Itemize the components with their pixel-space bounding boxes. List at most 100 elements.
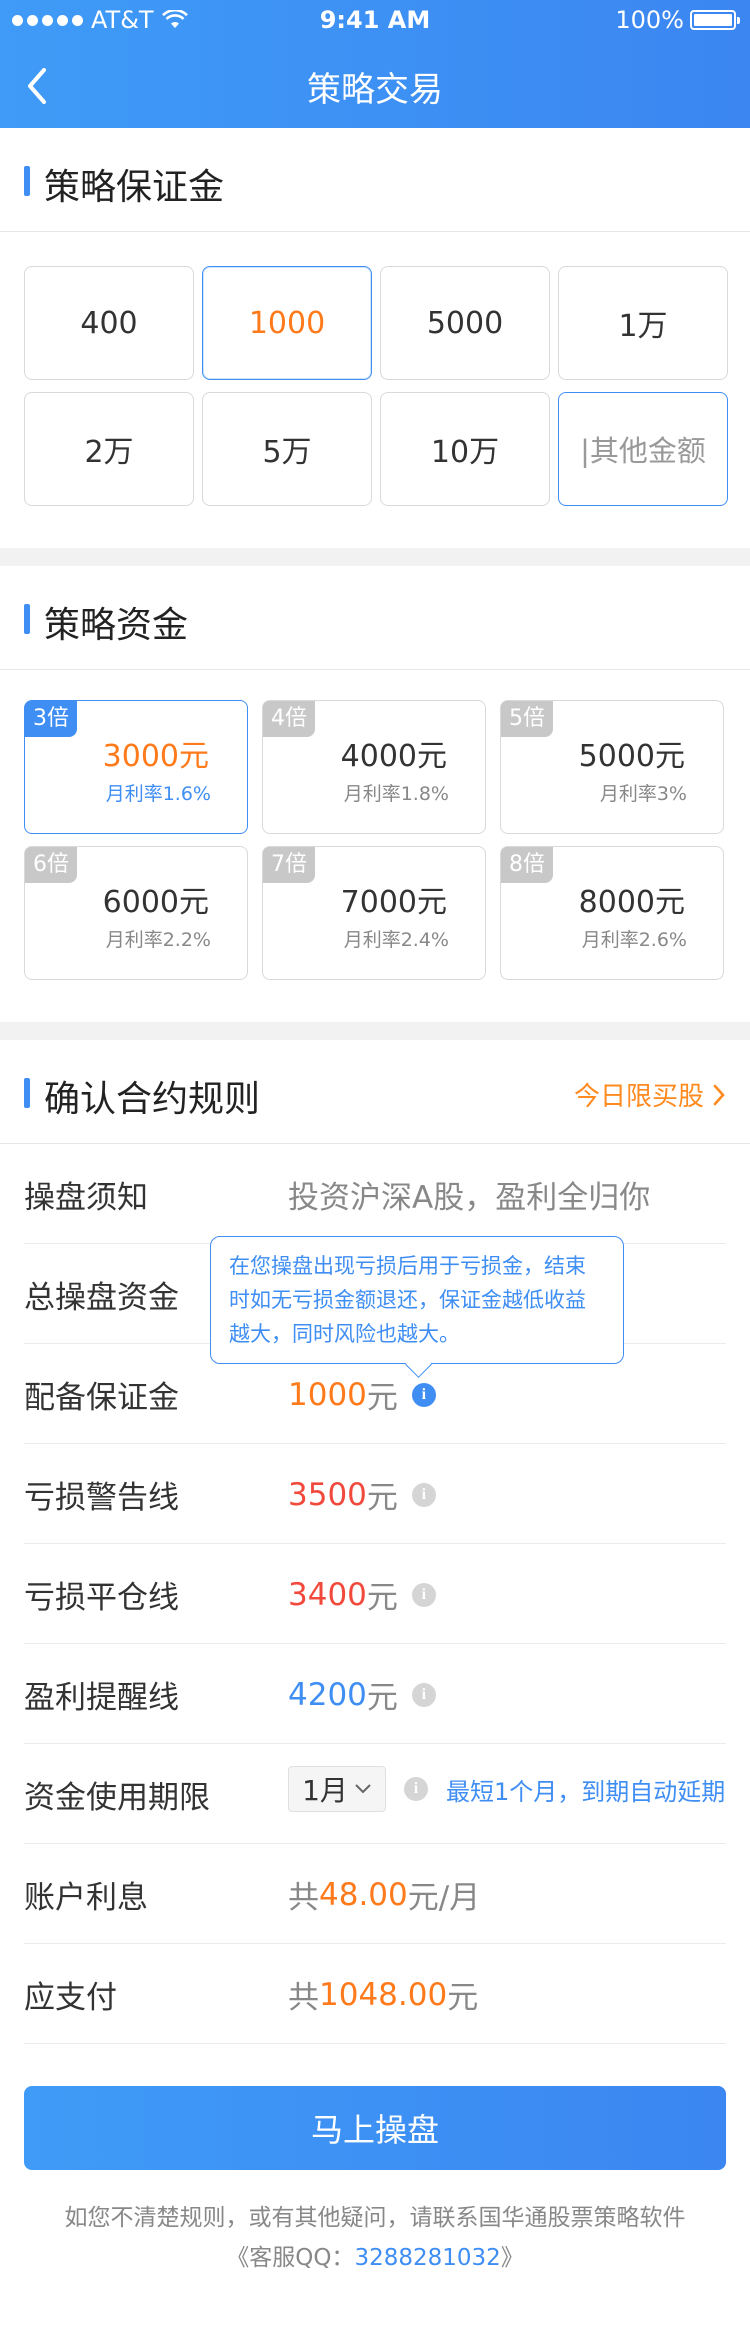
currency-unit: 元 [366, 1580, 398, 1616]
rule-label: 总操盘资金 [24, 1280, 179, 1316]
capital-option-8x[interactable]: 8倍 8000元 月利率2.6% [500, 846, 724, 980]
capital-option-7x[interactable]: 7倍 7000元 月利率2.4% [262, 846, 486, 980]
footer-contact: 《客服QQ：3288281032》 [0, 2238, 750, 2278]
period-note: 最短1个月，到期自动延期 [446, 1777, 726, 1806]
multiplier-tag: 6倍 [25, 847, 77, 883]
rule-value: 3500 元 i [288, 1472, 436, 1517]
margin-option-100k[interactable]: 10万 [380, 392, 550, 506]
rule-row-notice: 操盘须知 投资沪深A股，盈利全归你 [24, 1144, 726, 1244]
margin-option-50k[interactable]: 5万 [202, 392, 372, 506]
chevron-right-icon [713, 1084, 725, 1105]
chevron-down-icon [355, 1784, 371, 1794]
pay-prefix: 共 [288, 1980, 319, 2016]
rule-value: 投资沪深A股，盈利全归你 [288, 1180, 651, 1216]
app-header: AT&T 9:41 AM 100% 策略交易 [0, 0, 750, 128]
currency-unit: 元 [366, 1380, 398, 1416]
battery-icon [690, 10, 740, 30]
rule-label: 亏损平仓线 [24, 1580, 179, 1616]
rule-row-period: 资金使用期限 1月 i 最短1个月，到期自动延期 [24, 1744, 726, 1844]
capital-section-header: 策略资金 [0, 566, 750, 670]
info-icon[interactable]: i [411, 1382, 436, 1407]
info-icon[interactable]: i [411, 1582, 436, 1607]
margin-option-1000[interactable]: 1000 [202, 266, 372, 380]
rule-value: 4200 元 i [288, 1672, 436, 1717]
rule-label: 配备保证金 [24, 1380, 179, 1416]
rule-label: 应支付 [24, 1980, 117, 2016]
rule-value: 1月 i 最短1个月，到期自动延期 [288, 1766, 725, 1812]
rule-row-liquidation-line: 亏损平仓线 3400 元 i [24, 1544, 726, 1644]
monthly-rate: 月利率2.4% [343, 929, 449, 951]
capital-amount: 5000元 [578, 739, 685, 774]
rule-label: 操盘须知 [24, 1180, 148, 1216]
footer-text: 如您不清楚规则，或有其他疑问，请联系国华通股票策略软件 [64, 2205, 686, 2231]
rule-row-profit-line: 盈利提醒线 4200 元 i [24, 1644, 726, 1744]
section-accent-bar [24, 604, 30, 634]
margin-option-5000[interactable]: 5000 [380, 266, 550, 380]
capital-amount: 8000元 [578, 885, 685, 920]
info-icon[interactable]: i [404, 1777, 428, 1801]
multiplier-tag: 5倍 [501, 701, 553, 737]
margin-option-400[interactable]: 400 [24, 266, 194, 380]
monthly-rate: 月利率2.2% [105, 929, 211, 951]
margin-section: 策略保证金 400 1000 5000 1万 2万 5万 10万 |其他金额 [0, 128, 750, 548]
capital-amount: 7000元 [340, 885, 447, 920]
liquidation-amount: 3400 [288, 1576, 367, 1613]
interest-prefix: 共 [288, 1880, 319, 1916]
capital-option-3x[interactable]: 3倍 3000元 月利率1.6% [24, 700, 248, 834]
footer-help: 如您不清楚规则，或有其他疑问，请联系国华通股票策略软件 《客服QQ：328828… [0, 2198, 750, 2278]
status-bar: AT&T 9:41 AM 100% [0, 0, 750, 40]
capital-option-5x[interactable]: 5倍 5000元 月利率3% [500, 700, 724, 834]
warning-amount: 3500 [288, 1476, 367, 1513]
interest-unit: 元/月 [407, 1880, 481, 1916]
margin-section-header: 策略保证金 [0, 128, 750, 232]
monthly-rate: 月利率1.6% [105, 783, 211, 805]
qq-suffix: 》 [500, 2245, 524, 2271]
period-select[interactable]: 1月 [288, 1766, 386, 1812]
capital-section: 策略资金 3倍 3000元 月利率1.6% 4倍 4000元 月利率1.8% 5… [0, 566, 750, 1022]
capital-option-6x[interactable]: 6倍 6000元 月利率2.2% [24, 846, 248, 980]
margin-tooltip: 在您操盘出现亏损后用于亏损金，结束时如无亏损金额退还，保证金越低收益越大，同时风… [210, 1236, 624, 1364]
rule-row-payment: 应支付 共 1048.00 元 [24, 1944, 726, 2044]
margin-option-10k[interactable]: 1万 [558, 266, 728, 380]
page-title: 策略交易 [307, 70, 443, 110]
rule-row-warning-line: 亏损警告线 3500 元 i [24, 1444, 726, 1544]
profit-amount: 4200 [288, 1676, 367, 1713]
monthly-rate: 月利率2.6% [581, 929, 687, 951]
multiplier-tag: 8倍 [501, 847, 553, 883]
qq-prefix: 《客服QQ： [226, 2245, 355, 2271]
interest-amount: 48.00 [319, 1876, 408, 1913]
section-accent-bar [24, 166, 30, 196]
section-accent-bar [24, 1078, 30, 1108]
rule-label: 资金使用期限 [24, 1780, 210, 1816]
pay-amount: 1048.00 [319, 1976, 448, 2013]
currency-unit: 元 [366, 1480, 398, 1516]
multiplier-tag: 3倍 [25, 701, 77, 737]
capital-option-4x[interactable]: 4倍 4000元 月利率1.8% [262, 700, 486, 834]
period-value: 1月 [302, 1774, 348, 1807]
monthly-rate: 月利率1.8% [343, 783, 449, 805]
info-icon[interactable]: i [411, 1682, 436, 1707]
promo-link[interactable]: 今日限买股 [574, 1076, 726, 1113]
qq-number-link[interactable]: 3288281032 [354, 2245, 500, 2271]
start-trading-button[interactable]: 马上操盘 [24, 2086, 726, 2170]
margin-section-title: 策略保证金 [44, 167, 225, 208]
rule-label: 账户利息 [24, 1880, 148, 1916]
currency-unit: 元 [366, 1680, 398, 1716]
margin-amount: 1000 [288, 1376, 367, 1413]
rule-label: 亏损警告线 [24, 1480, 179, 1516]
info-icon[interactable]: i [411, 1482, 436, 1507]
rule-label: 盈利提醒线 [24, 1680, 179, 1716]
margin-option-20k[interactable]: 2万 [24, 392, 194, 506]
multiplier-tag: 4倍 [263, 701, 315, 737]
rules-section-title: 确认合约规则 [44, 1079, 261, 1120]
custom-amount-input[interactable]: |其他金额 [558, 392, 728, 506]
battery-percent: 100% [615, 6, 684, 34]
capital-amount: 4000元 [340, 739, 447, 774]
capital-amount: 6000元 [102, 885, 209, 920]
multiplier-tag: 7倍 [263, 847, 315, 883]
currency-unit: 元 [447, 1980, 479, 2016]
battery-info: 100% [615, 6, 740, 34]
rule-value: 1000 元 i [288, 1372, 436, 1417]
rule-value: 共 48.00 元/月 [288, 1872, 480, 1917]
rule-row-interest: 账户利息 共 48.00 元/月 [24, 1844, 726, 1944]
